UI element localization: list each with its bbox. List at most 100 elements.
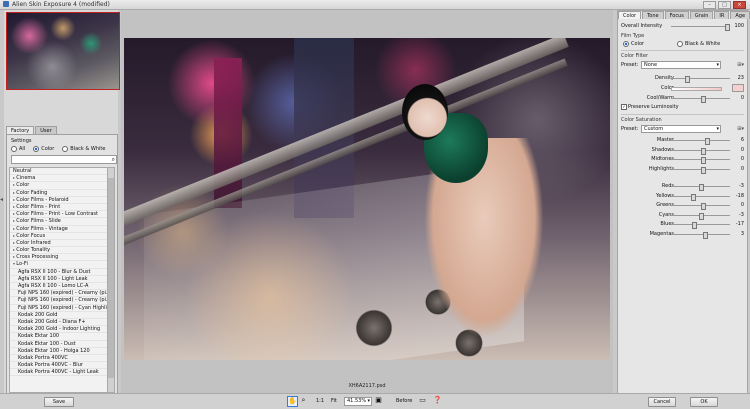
slider-knob[interactable] [699, 184, 704, 191]
saturation-magentas-slider[interactable] [671, 231, 730, 239]
compare-icon[interactable]: ▭ [418, 396, 427, 405]
slider-knob[interactable] [685, 76, 690, 83]
cancel-button[interactable]: Cancel [648, 397, 676, 407]
preset-item[interactable]: Kodak Portra 400VC - Blur [10, 362, 110, 370]
filter-bw-radio[interactable]: Black & White [62, 146, 105, 152]
preset-item[interactable]: Kodak Portra 400VC [10, 355, 110, 363]
saturation-shadows-slider[interactable] [671, 147, 730, 155]
maximize-button[interactable]: □ [718, 1, 731, 9]
slider-knob[interactable] [691, 193, 696, 201]
zoom-level-select[interactable]: 41.53% [344, 397, 372, 406]
slider-knob[interactable] [725, 24, 730, 31]
preset-item[interactable]: Cross Processing [10, 254, 110, 262]
preset-search-input[interactable]: ⌕ [11, 155, 117, 164]
density-slider[interactable] [671, 76, 730, 83]
saturation-midtones-slider[interactable] [671, 157, 730, 164]
zoom-fit-button[interactable]: Fit [331, 398, 337, 404]
saturation-blues-slider[interactable] [671, 222, 730, 229]
preset-menu-icon[interactable]: ⊞▾ [737, 62, 744, 68]
saturation-yellows-slider[interactable] [671, 193, 730, 201]
subject-head [402, 84, 448, 140]
tab-color[interactable]: Color [618, 11, 642, 19]
saturation-reds-slider[interactable] [671, 184, 730, 191]
slider-knob[interactable] [705, 138, 710, 145]
search-icon[interactable]: ⌕ [112, 156, 115, 163]
color-filter-preset-select[interactable]: None [641, 61, 721, 69]
tab-ir[interactable]: IR [714, 11, 730, 19]
tab-tone[interactable]: Tone [642, 11, 664, 19]
tab-factory[interactable]: Factory [6, 126, 35, 134]
slider-knob[interactable] [692, 222, 697, 229]
thumbnail-image [7, 13, 119, 89]
preset-item[interactable]: Cinema [10, 175, 110, 183]
coolwarm-slider[interactable] [671, 96, 730, 103]
help-icon[interactable]: ❓ [433, 396, 442, 405]
preserve-luminosity-checkbox[interactable]: ✓ [621, 104, 627, 110]
preset-item[interactable]: Color Films - Slide [10, 218, 110, 226]
preset-item[interactable]: Kodak Ektar 100 - Dust [10, 341, 110, 348]
preset-item[interactable]: Agfa RSX II 100 - Blur & Dust [10, 269, 110, 276]
saturation-greens-slider[interactable] [671, 203, 730, 210]
preset-item[interactable]: Fuji NPS 160 (expired) - Creamy (pi... [10, 290, 110, 298]
saturation-master-slider[interactable] [671, 138, 730, 145]
preset-item[interactable]: Color Tonality [10, 247, 110, 255]
slider-knob[interactable] [701, 157, 706, 164]
preset-item[interactable]: Fuji NPS 160 (expired) - Cyan Highli... [10, 305, 110, 312]
preset-item[interactable]: Color Fading [10, 190, 110, 197]
preset-item[interactable]: Color Films - Print - Low Contrast [10, 211, 110, 219]
saturation-cyans-slider[interactable] [671, 212, 730, 220]
filter-all-radio[interactable]: All [11, 146, 25, 152]
film-bw-radio[interactable]: Black & White [677, 41, 720, 47]
preset-item[interactable]: Color Focus [10, 233, 110, 240]
slider-knob[interactable] [701, 203, 706, 210]
preset-item[interactable]: Neutral [10, 168, 110, 176]
slider-knob[interactable] [699, 212, 704, 220]
ok-button[interactable]: OK [690, 397, 718, 407]
saturation-preset-select[interactable]: Custom [641, 125, 721, 133]
coolwarm-row: Cool/Warm 0 [621, 95, 744, 103]
preset-item[interactable]: Color Infrared [10, 240, 110, 248]
slider-knob[interactable] [701, 166, 706, 174]
close-button[interactable]: × [733, 1, 746, 9]
slider-knob[interactable] [703, 231, 708, 239]
preset-item[interactable]: Kodak 200 Gold - Diana F+ [10, 319, 110, 327]
preset-item[interactable]: Lo-Fi [10, 261, 110, 269]
saturation-highlights-slider[interactable] [671, 166, 730, 174]
preset-item[interactable]: Fuji NPS 160 (expired) - Creamy (pi... [10, 297, 110, 305]
preset-item[interactable]: Color [10, 182, 110, 190]
collapse-left-arrow-icon[interactable]: ◂ [0, 196, 3, 203]
preset-list-scrollbar[interactable] [107, 167, 115, 393]
hand-tool-icon[interactable]: ✋ [287, 396, 298, 407]
zoom-1to1-button[interactable]: 1:1 [316, 398, 324, 404]
preset-item[interactable]: Color Films - Print [10, 204, 110, 212]
preset-menu-icon[interactable]: ⊞▾ [737, 126, 744, 132]
preview-image[interactable] [124, 38, 610, 360]
scrollbar-thumb[interactable] [108, 178, 114, 378]
slider-knob[interactable] [701, 96, 706, 103]
preset-item[interactable]: Agfa RSX II 100 - Light Leak [10, 276, 110, 283]
preset-item[interactable]: Kodak Ektar 100 [10, 333, 110, 341]
preset-item[interactable]: Kodak Ektar 100 - Holga 120 [10, 348, 110, 355]
slider-knob[interactable] [701, 147, 706, 155]
split-view-icon[interactable]: ▣ [374, 396, 383, 405]
color-hue-bar[interactable] [671, 87, 722, 91]
preset-item[interactable]: Kodak 200 Gold - Indoor Lighting [10, 326, 110, 334]
preset-item[interactable]: Agfa RSX II 100 - Lomo LC-A [10, 283, 110, 291]
save-button[interactable]: Save [44, 397, 74, 407]
film-color-radio[interactable]: Color [623, 41, 644, 47]
tab-grain[interactable]: Grain [689, 11, 714, 19]
before-button[interactable]: Before [396, 398, 412, 404]
overall-intensity-slider[interactable] [671, 24, 730, 31]
navigator-thumbnail[interactable] [6, 12, 120, 90]
preset-item[interactable]: Kodak Portra 400VC - Light Leak [10, 369, 110, 377]
color-swatch[interactable] [732, 84, 744, 92]
preset-item[interactable]: Kodak 200 Gold [10, 312, 110, 319]
tab-focus[interactable]: Focus [664, 11, 689, 19]
preset-item[interactable]: Color Films - Polaroid [10, 197, 110, 204]
zoom-tool-icon[interactable]: ⌕ [299, 396, 308, 405]
minimize-button[interactable]: – [703, 1, 716, 9]
preset-item[interactable]: Color Films - Vintage [10, 226, 110, 233]
tab-user[interactable]: User [35, 126, 57, 134]
filter-color-radio[interactable]: Color [33, 146, 54, 152]
tab-age[interactable]: Age [730, 11, 750, 19]
